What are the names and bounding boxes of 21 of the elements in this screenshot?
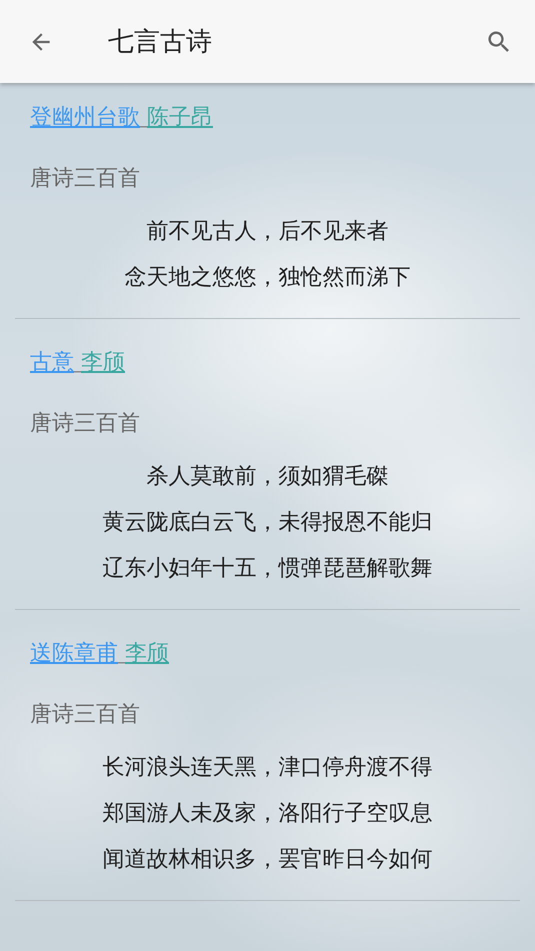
author-link[interactable]: 李颀 bbox=[81, 350, 125, 375]
screen-title: 七言古诗 bbox=[108, 26, 213, 59]
poem-line: 黄云陇底白云飞，未得报恩不能归 bbox=[102, 509, 432, 537]
poem-source: 唐诗三百首 bbox=[30, 701, 141, 729]
poem-line: 前不见古人，后不见来者 bbox=[146, 218, 388, 246]
poem-title-link[interactable]: 登幽州台歌 bbox=[30, 105, 140, 130]
poem-source: 唐诗三百首 bbox=[30, 165, 141, 193]
author-link[interactable]: 陈子昂 bbox=[147, 105, 213, 130]
poem-line: 郑国游人未及家，洛阳行子空叹息 bbox=[102, 800, 432, 828]
separator: _ bbox=[74, 357, 81, 373]
poem-line: 长河浪头连天黑，津口停舟渡不得 bbox=[102, 754, 432, 782]
poem-source: 唐诗三百首 bbox=[30, 410, 141, 438]
separator: _ bbox=[140, 112, 147, 128]
separator: _ bbox=[118, 648, 125, 664]
poem-line: 辽东小妇年十五，惯弹琵琶解歌舞 bbox=[102, 555, 432, 583]
poem-title-link[interactable]: 古意 bbox=[30, 350, 74, 375]
author-link[interactable]: 李颀 bbox=[125, 641, 169, 666]
poem-line: 杀人莫敢前，须如猬毛磔 bbox=[146, 463, 388, 491]
poem-line: 念天地之悠悠，独怆然而涕下 bbox=[124, 264, 410, 292]
poem-line: 闻道故林相识多，罢官昨日今如何 bbox=[102, 846, 432, 874]
poem-title-link[interactable]: 送陈章甫 bbox=[30, 641, 118, 666]
